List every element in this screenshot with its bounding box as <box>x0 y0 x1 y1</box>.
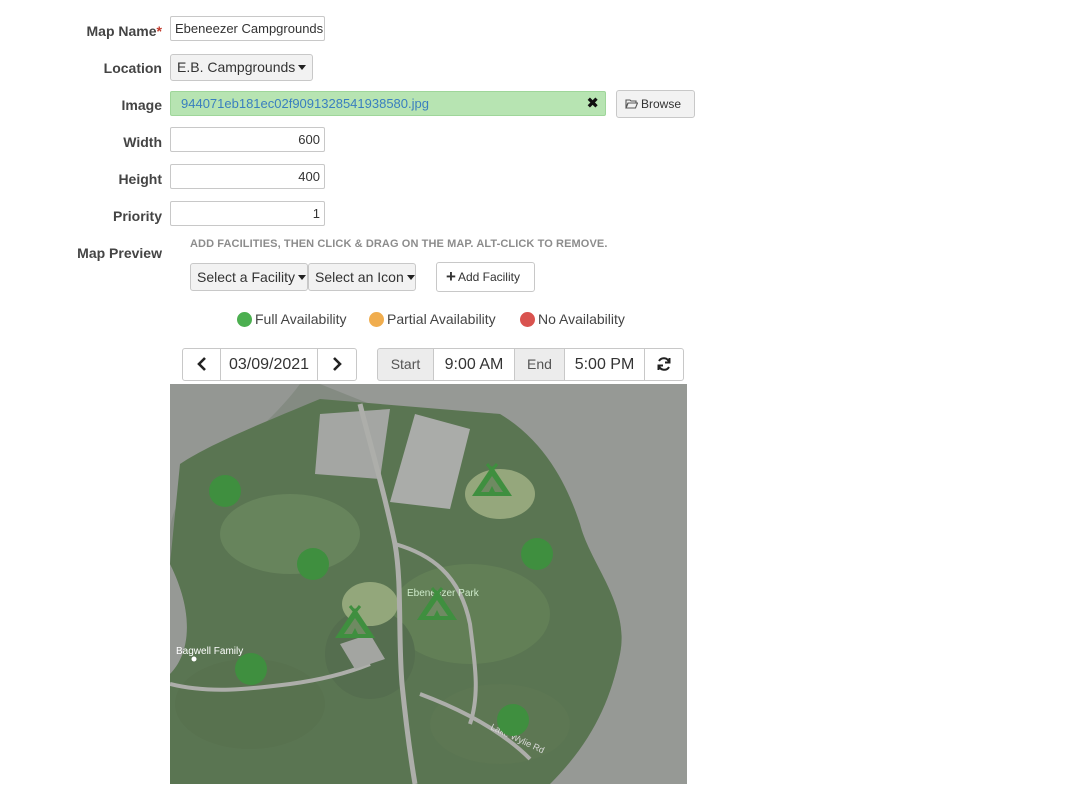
date-input[interactable]: 03/09/2021 <box>220 348 318 381</box>
facility-marker-circle[interactable] <box>209 475 241 507</box>
satellite-map-image: Ebeneezer Park Bagwell Family Lake Wylie… <box>170 384 687 784</box>
legend-full-availability: Full Availability <box>237 311 347 327</box>
priority-label: Priority <box>112 208 162 224</box>
map-name-input[interactable]: Ebeneezer Campgrounds <box>170 16 325 41</box>
facility-marker-circle[interactable] <box>235 653 267 685</box>
legend-partial-availability: Partial Availability <box>369 311 496 327</box>
height-label: Height <box>118 171 162 187</box>
chevron-down-icon <box>298 64 307 70</box>
map-name-label: Map Name* <box>0 23 162 39</box>
legend-label: Partial Availability <box>387 311 496 327</box>
chevron-down-icon <box>298 274 307 280</box>
plus-icon: + <box>446 267 456 286</box>
end-time-label: End <box>514 348 565 381</box>
location-select[interactable]: E.B. Campgrounds <box>170 54 314 81</box>
add-facility-label: Add Facility <box>457 270 520 284</box>
image-filename: 944071eb181ec02f9091328541938580.jpg <box>181 96 429 111</box>
image-label: Image <box>121 97 162 113</box>
icon-select[interactable]: Select an Icon <box>308 263 416 291</box>
location-label: Location <box>103 60 162 76</box>
refresh-icon <box>657 357 671 371</box>
width-input[interactable]: 600 <box>170 127 325 152</box>
prev-date-button[interactable] <box>182 348 221 381</box>
map-preview-label: Map Preview <box>77 245 162 261</box>
map-name-label-text: Map Name <box>86 23 157 39</box>
priority-input[interactable]: 1 <box>170 201 325 226</box>
browse-button[interactable]: Browse <box>616 90 695 118</box>
end-time-input[interactable]: 5:00 PM <box>564 348 645 381</box>
facility-marker-circle[interactable] <box>521 538 553 570</box>
chevron-down-icon <box>406 274 415 280</box>
icon-select-value: Select an Icon <box>315 269 404 285</box>
facility-marker-circle[interactable] <box>497 704 529 736</box>
legend-label: Full Availability <box>255 311 347 327</box>
facility-marker-circle[interactable] <box>297 548 329 580</box>
image-file-field[interactable]: 944071eb181ec02f9091328541938580.jpg ✖ <box>170 91 606 116</box>
start-time-input[interactable]: 9:00 AM <box>433 348 515 381</box>
legend-dot <box>369 312 384 327</box>
browse-button-label: Browse <box>641 97 682 111</box>
height-input[interactable]: 400 <box>170 164 325 189</box>
folder-open-icon <box>625 99 639 109</box>
clear-icon[interactable]: ✖ <box>586 94 599 112</box>
legend-label: No Availability <box>538 311 625 327</box>
add-facility-button[interactable]: + Add Facility <box>436 262 535 292</box>
legend-dot <box>520 312 535 327</box>
map-canvas[interactable]: Ebeneezer Park Bagwell Family Lake Wylie… <box>170 384 687 784</box>
map-editor-page: Map Name* Ebeneezer Campgrounds Location… <box>0 0 1091 795</box>
chevron-right-icon <box>333 357 342 371</box>
facility-select[interactable]: Select a Facility <box>190 263 308 291</box>
facility-select-value: Select a Facility <box>197 269 296 285</box>
location-select-value: E.B. Campgrounds <box>177 59 296 75</box>
required-mark: * <box>156 23 162 39</box>
next-date-button[interactable] <box>317 348 357 381</box>
legend-dot <box>237 312 252 327</box>
start-time-label: Start <box>377 348 434 381</box>
width-label: Width <box>123 134 162 150</box>
legend-no-availability: No Availability <box>520 311 625 327</box>
refresh-button[interactable] <box>644 348 684 381</box>
map-preview-hint: ADD FACILITIES, THEN CLICK & DRAG ON THE… <box>190 238 608 250</box>
chevron-left-icon <box>196 357 206 371</box>
